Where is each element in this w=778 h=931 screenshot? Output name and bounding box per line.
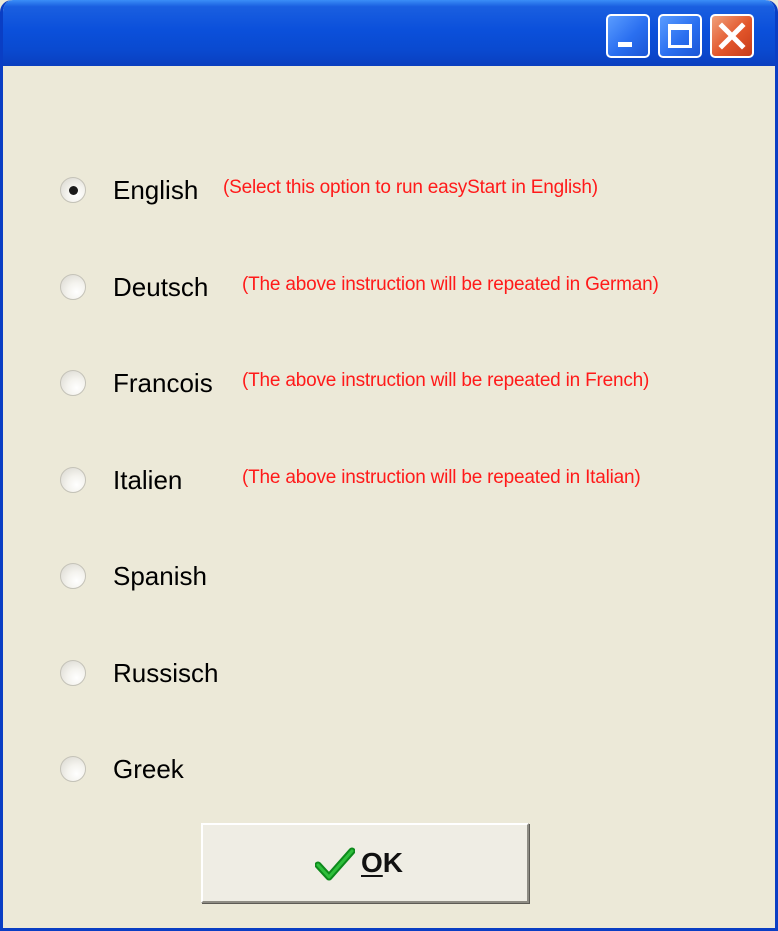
option-label[interactable]: Spanish xyxy=(113,561,207,592)
option-deutsch[interactable]: Deutsch (The above instruction will be r… xyxy=(60,268,760,308)
radio-italien[interactable] xyxy=(60,467,86,493)
ok-label: OK xyxy=(361,847,403,879)
ok-label-rest: K xyxy=(382,847,404,878)
option-russisch[interactable]: Russisch xyxy=(60,654,760,694)
option-note: (The above instruction will be repeated … xyxy=(242,467,641,488)
option-note: (The above instruction will be repeated … xyxy=(242,370,650,391)
minimize-icon xyxy=(618,42,632,47)
radio-russisch[interactable] xyxy=(60,660,86,686)
radio-francois[interactable] xyxy=(60,370,86,396)
option-english[interactable]: English (Select this option to run easyS… xyxy=(60,171,760,211)
option-label[interactable]: English xyxy=(113,175,198,206)
option-label[interactable]: Greek xyxy=(113,754,184,785)
close-button[interactable] xyxy=(710,14,754,58)
ok-button[interactable]: OK xyxy=(201,823,529,903)
option-label[interactable]: Italien xyxy=(113,465,182,496)
option-note: (Select this option to run easyStart in … xyxy=(223,177,598,198)
maximize-button[interactable] xyxy=(658,14,702,58)
radio-english[interactable] xyxy=(60,177,86,203)
option-greek[interactable]: Greek xyxy=(60,750,760,790)
option-label[interactable]: Russisch xyxy=(113,658,218,689)
ok-accelerator-char: O xyxy=(361,847,383,878)
radio-selected-dot xyxy=(69,186,78,195)
option-label[interactable]: Francois xyxy=(113,368,213,399)
language-dialog: English (Select this option to run easyS… xyxy=(0,0,778,931)
radio-spanish[interactable] xyxy=(60,563,86,589)
option-label[interactable]: Deutsch xyxy=(113,272,208,303)
maximize-icon xyxy=(668,24,692,48)
option-spanish[interactable]: Spanish xyxy=(60,557,760,597)
ok-button-content: OK xyxy=(315,845,435,885)
option-italien[interactable]: Italien (The above instruction will be r… xyxy=(60,461,760,501)
title-bar[interactable] xyxy=(3,0,775,66)
radio-deutsch[interactable] xyxy=(60,274,86,300)
option-note: (The above instruction will be repeated … xyxy=(242,274,659,295)
minimize-button[interactable] xyxy=(606,14,650,58)
close-icon xyxy=(718,22,746,50)
radio-greek[interactable] xyxy=(60,756,86,782)
checkmark-icon xyxy=(315,847,355,881)
option-francois[interactable]: Francois (The above instruction will be … xyxy=(60,364,760,404)
